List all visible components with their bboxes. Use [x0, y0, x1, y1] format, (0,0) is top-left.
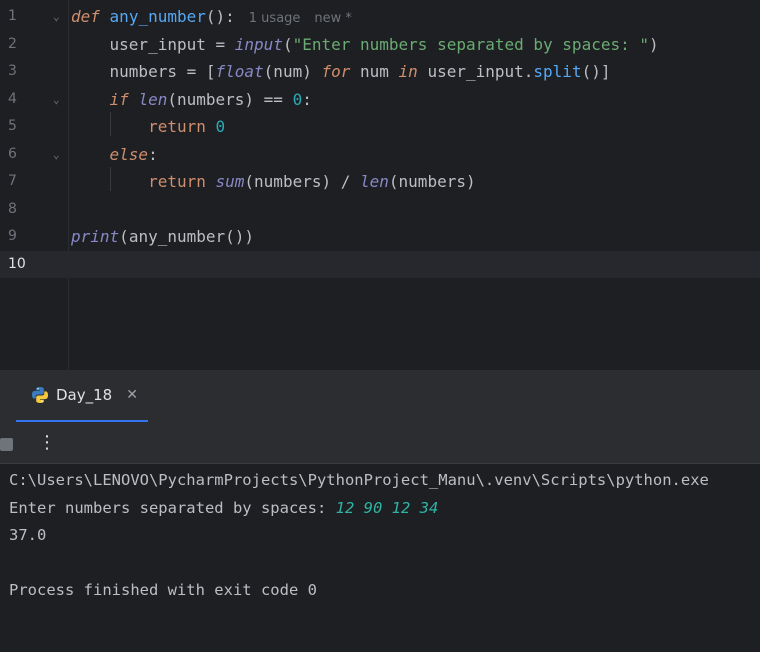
code-line[interactable]: 9 print(any_number())	[0, 223, 760, 250]
python-icon	[32, 387, 48, 403]
code-text: numbers = [float(num) for num in user_in…	[71, 58, 611, 85]
code-token: "Enter numbers separated by spaces: "	[292, 34, 649, 54]
code-token: 0	[292, 89, 303, 109]
code-token: len	[138, 89, 168, 109]
console-exit-message: Process finished with exit code 0	[9, 581, 317, 599]
code-line[interactable]: 10	[0, 250, 760, 278]
code-token: :	[148, 144, 158, 164]
console-prompt: Enter numbers separated by spaces:	[9, 499, 336, 517]
code-text: print(any_number())	[71, 223, 254, 250]
code-token: num	[350, 62, 399, 81]
code-token: any_number	[128, 227, 226, 246]
console-command-line: C:\Users\LENOVO\PycharmProjects\PythonPr…	[9, 471, 709, 489]
indent-guide	[110, 112, 111, 136]
code-token: for	[321, 62, 351, 81]
code-token: split	[533, 62, 582, 81]
fold-chevron-icon[interactable]: ⌄	[53, 86, 60, 113]
code-token: any_number	[109, 7, 206, 26]
line-number: 3	[8, 63, 17, 79]
code-line[interactable]: 8	[0, 196, 760, 223]
code-line[interactable]: 5 return 0	[0, 113, 760, 140]
code-text: user_input = input("Enter numbers separa…	[71, 31, 659, 58]
code-token: ()]	[581, 62, 611, 81]
code-text: def any_number(): 1 usage new *	[71, 3, 352, 32]
console-result: 37.0	[9, 526, 47, 544]
line-number: 5	[8, 118, 17, 134]
code-token: :	[302, 89, 312, 109]
code-token: def	[71, 7, 100, 26]
code-token: return	[148, 172, 206, 191]
code-token: return	[148, 117, 206, 136]
console-input-line: Enter numbers separated by spaces: 12 90…	[9, 495, 760, 522]
line-number: 9	[8, 228, 17, 244]
author-inlay-hint[interactable]: new *	[314, 11, 352, 26]
run-tab[interactable]: Day_18 ✕	[16, 370, 148, 422]
code-token: (numbers) ==	[167, 89, 293, 109]
code-token: len	[360, 172, 389, 191]
code-token: sum	[215, 172, 245, 191]
code-token: (numbers) /	[244, 172, 360, 191]
code-token: print	[71, 227, 120, 246]
stop-icon[interactable]	[0, 438, 13, 451]
run-console[interactable]: C:\Users\LENOVO\PycharmProjects\PythonPr…	[0, 464, 760, 652]
fold-chevron-icon[interactable]: ⌄	[53, 141, 60, 168]
code-token: (numbers)	[388, 172, 476, 191]
code-token: ():	[205, 7, 235, 26]
code-text: return sum(numbers) / len(numbers)	[71, 168, 476, 195]
code-line[interactable]: 2 user_input = input("Enter numbers sepa…	[0, 31, 760, 58]
code-token: in	[398, 62, 418, 81]
line-number: 10	[8, 255, 26, 272]
code-token: (	[282, 34, 293, 54]
code-token: user_input.	[417, 62, 534, 81]
indent-guide	[110, 167, 111, 191]
line-number: 7	[8, 173, 17, 189]
run-toolbar: ⋮	[0, 422, 760, 464]
code-line[interactable]: 7 return sum(numbers) / len(numbers)	[0, 168, 760, 195]
code-token: )	[649, 34, 659, 54]
code-text: return 0	[71, 113, 225, 140]
line-number: 4	[8, 90, 17, 107]
close-icon[interactable]: ✕	[126, 387, 138, 403]
code-token: input	[234, 34, 283, 54]
code-line[interactable]: 3 numbers = [float(num) for num in user_…	[0, 58, 760, 85]
line-number: 1	[8, 8, 17, 24]
code-token: numbers = [	[71, 62, 216, 81]
run-tool-window-header: Day_18 ✕	[0, 370, 760, 422]
line-number: 8	[8, 200, 17, 217]
more-options-icon[interactable]: ⋮	[38, 432, 56, 453]
code-line[interactable]: 1 ⌄ def any_number(): 1 usage new *	[0, 3, 760, 30]
code-token: if	[109, 89, 129, 109]
fold-chevron-icon[interactable]: ⌄	[53, 3, 60, 30]
line-number: 6	[8, 145, 17, 162]
code-token: else	[109, 144, 149, 164]
code-line[interactable]: 6 ⌄ else:	[0, 141, 760, 168]
run-tab-label: Day_18	[56, 386, 113, 404]
code-token: float	[215, 62, 264, 81]
code-text: if len(numbers) == 0:	[71, 86, 312, 113]
usage-inlay-hint[interactable]: 1 usage	[249, 11, 301, 26]
line-number: 2	[8, 35, 17, 52]
code-editor[interactable]: 1 ⌄ def any_number(): 1 usage new * 2 user_in…	[0, 0, 760, 370]
code-line[interactable]: 4 ⌄ if len(numbers) == 0:	[0, 86, 760, 113]
code-token: 0	[215, 117, 226, 136]
code-token: (	[119, 227, 129, 246]
code-token: user_input =	[71, 34, 235, 54]
code-text: else:	[71, 141, 158, 168]
code-token: (num)	[263, 62, 322, 81]
console-user-input: 12 90 12 34	[335, 499, 439, 517]
code-token: ())	[225, 227, 255, 246]
